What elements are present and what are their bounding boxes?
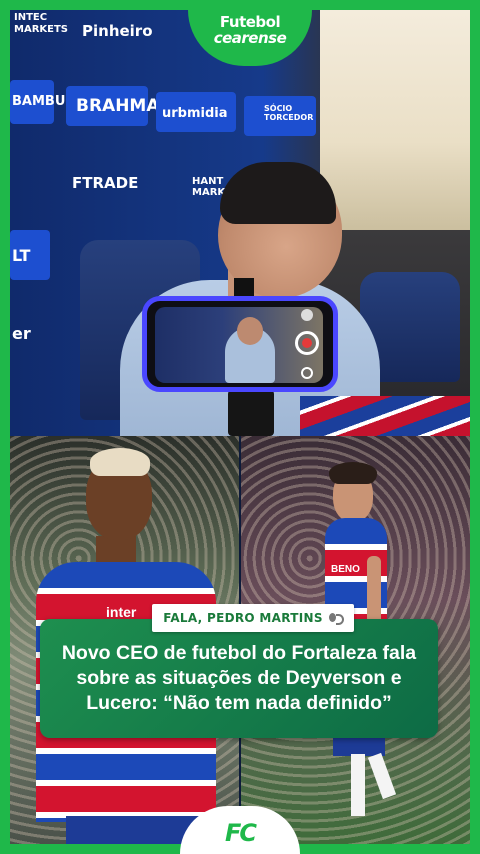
press-conference-photo: INTEC MARKETS Pinheiro BAMBU BRAHMA urbmi…: [10, 10, 470, 436]
player-hair: [329, 462, 377, 484]
camera-lens-icon: [301, 309, 313, 321]
window-light: [320, 10, 470, 230]
player-arm: [367, 556, 381, 626]
sponsor-urbmidia: urbmidia: [162, 106, 228, 121]
sponsor-hant: HANT MARK: [192, 176, 226, 198]
brand-line1: Futebol: [219, 13, 281, 31]
player-sock: [351, 754, 365, 816]
record-icon: [295, 331, 319, 355]
microphone-icon: [328, 612, 344, 625]
sponsor-ftrade: FTRADE: [72, 174, 139, 192]
headline-text: Novo CEO de futebol do Fortaleza fala so…: [61, 642, 417, 714]
capture-icon: [301, 367, 313, 379]
fc-logo-text: FC: [224, 819, 257, 847]
byline-tag: FALA, PEDRO MARTINS: [152, 604, 354, 632]
post-frame: INTEC MARKETS Pinheiro BAMBU BRAHMA urbmi…: [10, 10, 470, 844]
microphone-base: [228, 390, 274, 436]
jersey-stripe: [300, 396, 470, 436]
sponsor-brahma: BRAHMA: [76, 96, 160, 116]
jersey-sponsor: BENO: [331, 564, 360, 575]
byline-text: FALA, PEDRO MARTINS: [163, 611, 323, 625]
recording-phone: [142, 296, 338, 392]
player-hair: [90, 448, 150, 476]
sponsor-lt: LT: [12, 246, 31, 265]
sponsor-bambu: BAMBU: [12, 94, 66, 109]
sponsor-socio: SÓCIO TORCEDOR: [264, 104, 314, 122]
phone-person-head: [237, 317, 263, 345]
sponsor-intec: INTEC MARKETS: [14, 12, 68, 35]
sponsor-pinheiro: Pinheiro: [82, 22, 153, 40]
sponsor-er: er: [12, 324, 31, 343]
headline-box: Novo CEO de futebol do Fortaleza fala so…: [40, 619, 438, 738]
jersey-sponsor: inter: [106, 604, 137, 620]
speaker-hair: [220, 162, 336, 224]
brand-line2: cearense: [213, 29, 287, 47]
